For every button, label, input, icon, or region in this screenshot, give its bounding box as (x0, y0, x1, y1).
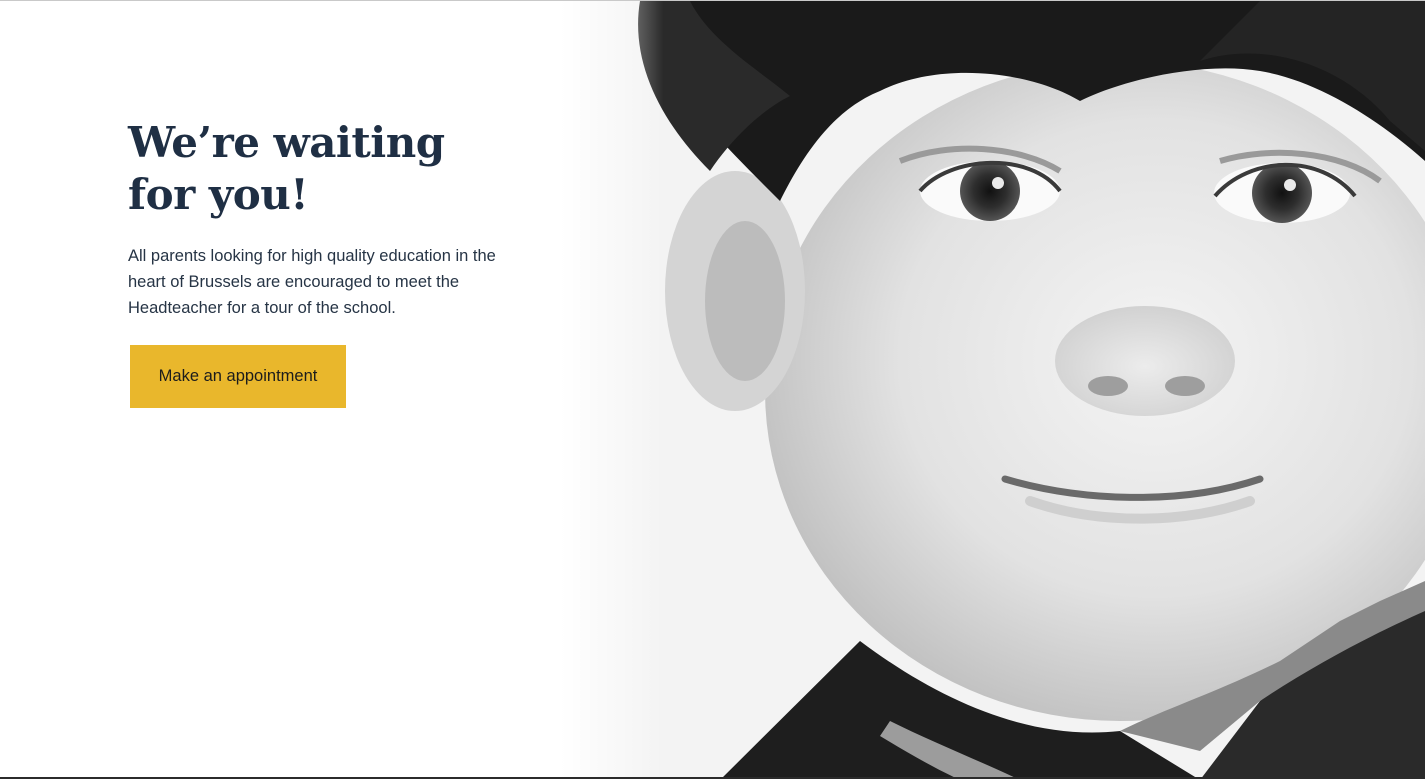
hero-lead-text: All parents looking for high quality edu… (128, 247, 496, 317)
hero-content: We’re waiting for you! All parents looki… (128, 117, 548, 408)
hero-headline: We’re waiting for you! (128, 117, 458, 221)
headline-line-1: We’re waiting (128, 118, 445, 167)
headline-line-2: for you! (128, 170, 309, 219)
hero-section: We’re waiting for you! All parents looki… (0, 0, 1425, 779)
make-appointment-button[interactable]: Make an appointment (130, 345, 346, 408)
child-portrait-photo (560, 1, 1425, 777)
